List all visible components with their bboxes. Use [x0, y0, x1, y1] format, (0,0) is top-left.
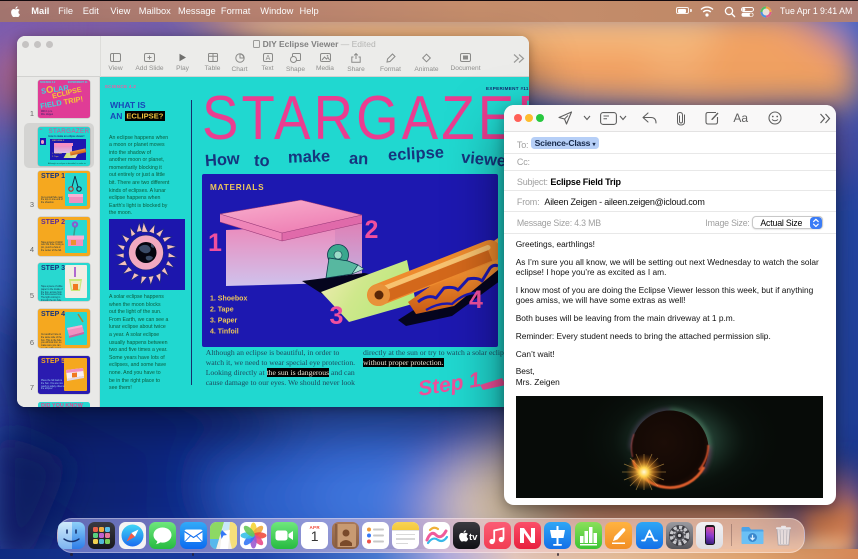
svg-text:3. Paper: 3. Paper	[210, 318, 238, 325]
svg-text:1. Shoebox: 1. Shoebox	[210, 296, 247, 303]
svg-text:MATERIALS: MATERIALS	[210, 183, 264, 192]
svg-text:4: 4	[469, 286, 483, 314]
svg-text:2: 2	[365, 216, 379, 244]
svg-text:A: A	[265, 55, 270, 62]
svg-text:4. Tinfoil: 4. Tinfoil	[210, 329, 239, 336]
svg-text:2. Tape: 2. Tape	[210, 307, 234, 314]
svg-text:3: 3	[330, 302, 344, 330]
svg-text:tv: tv	[469, 532, 478, 543]
svg-text:1: 1	[208, 229, 222, 257]
